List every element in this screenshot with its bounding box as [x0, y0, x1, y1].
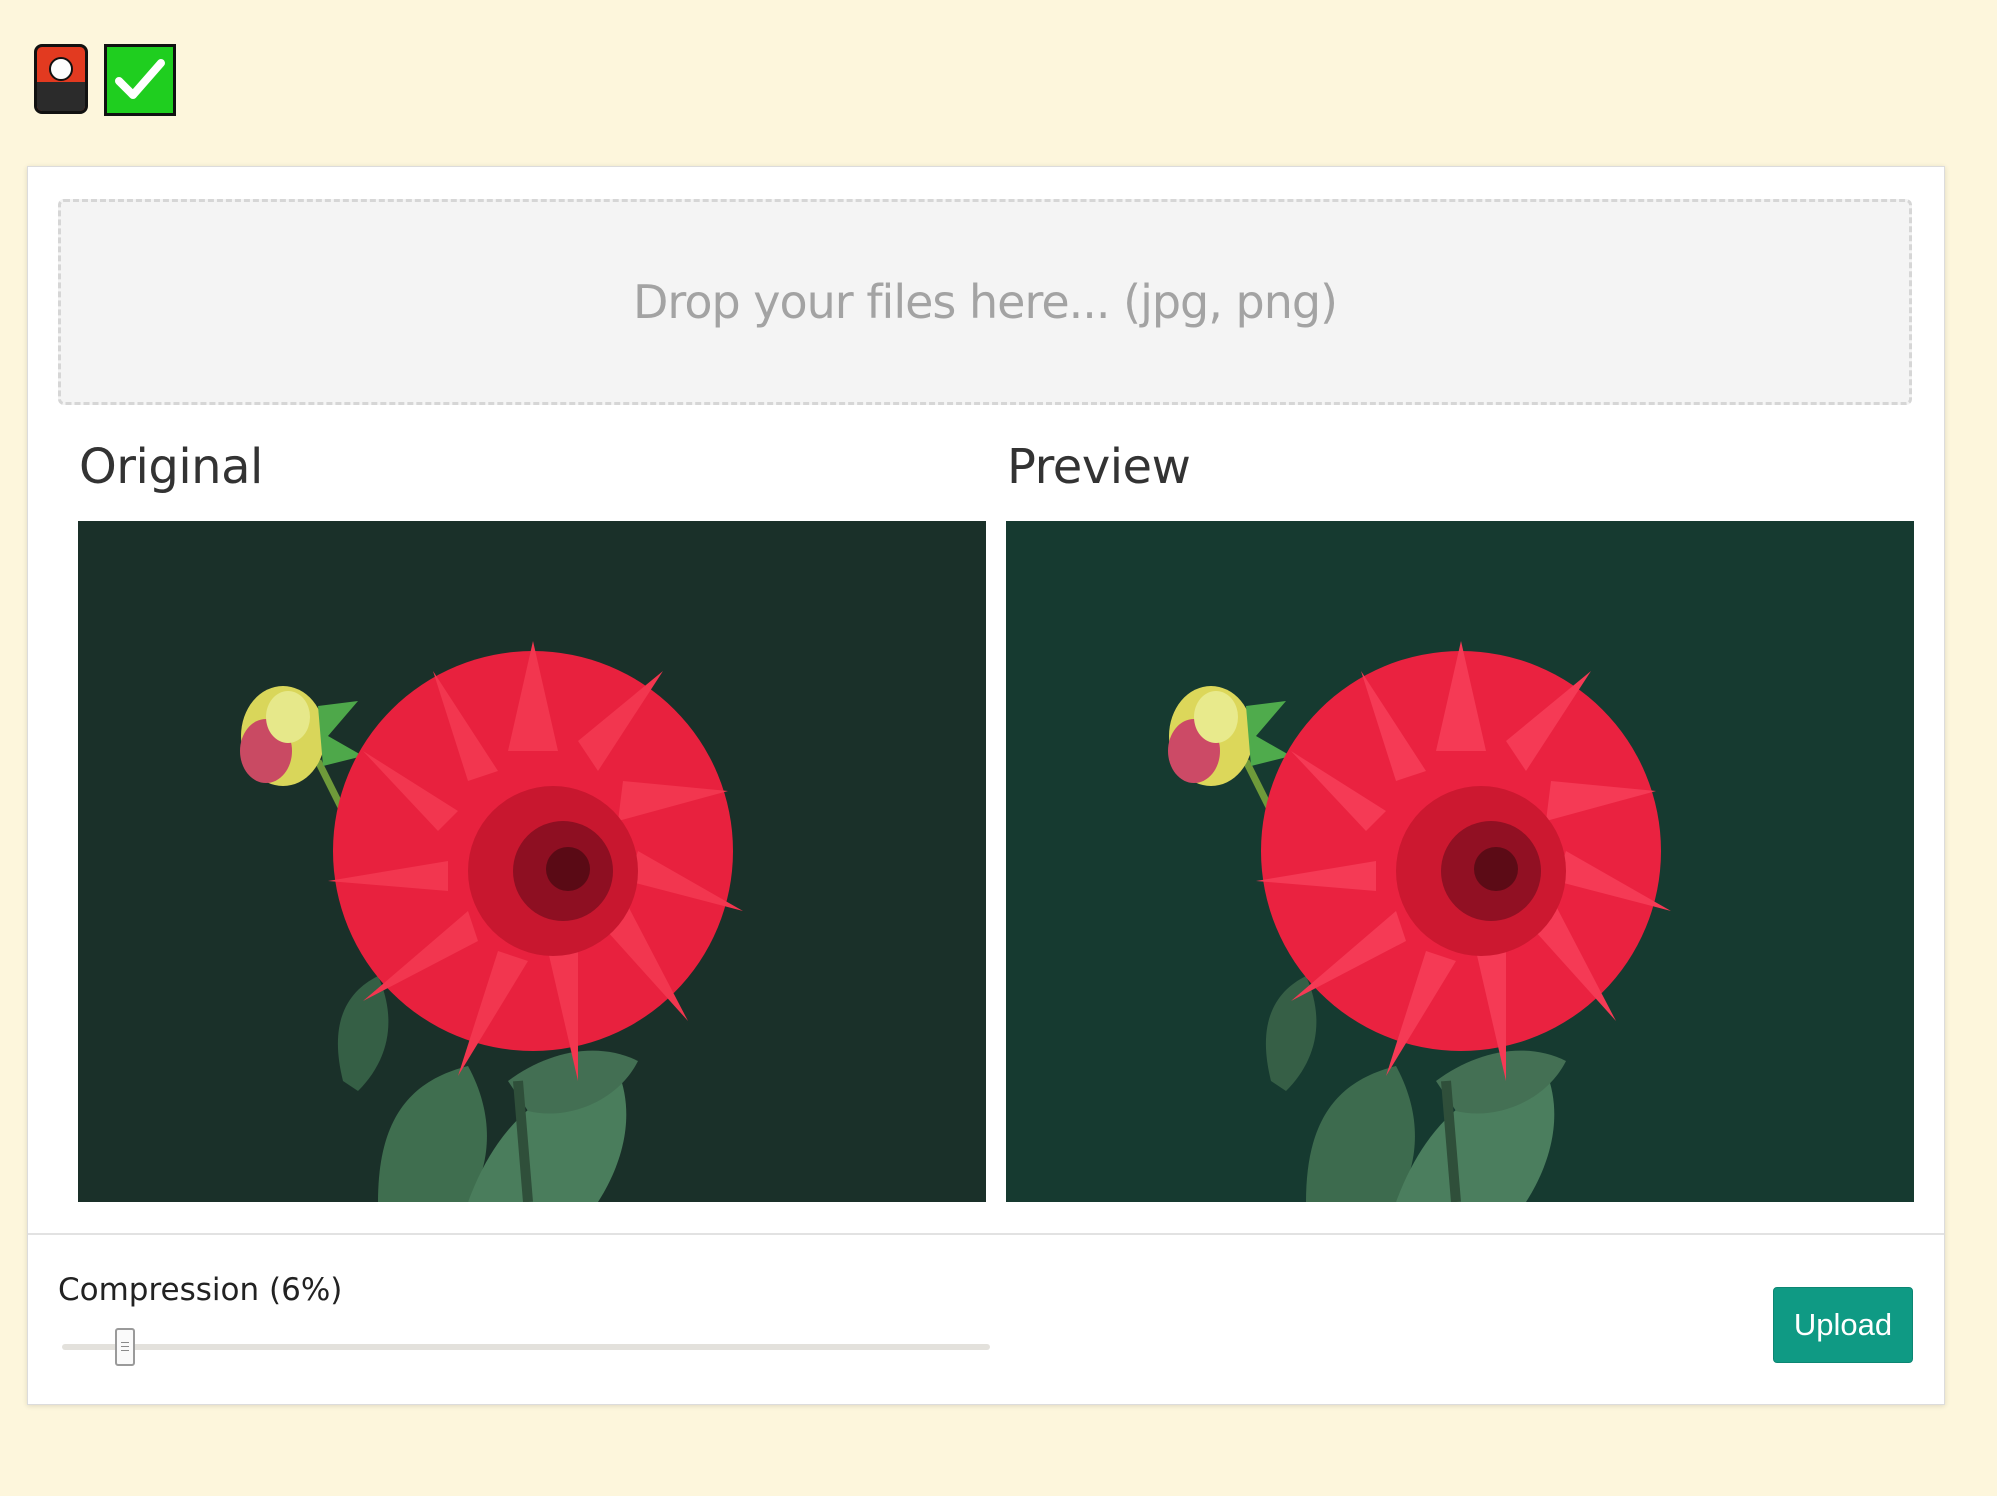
- compression-slider-thumb[interactable]: [115, 1328, 135, 1366]
- record-icon-dot: [49, 57, 73, 81]
- preview-flower-image: [1168, 641, 1671, 1202]
- record-icon[interactable]: [34, 44, 88, 114]
- upload-button[interactable]: Upload: [1773, 1287, 1913, 1363]
- original-title: Original: [79, 439, 263, 495]
- compression-slider-track[interactable]: [62, 1344, 990, 1350]
- file-dropzone[interactable]: Drop your files here... (jpg, png): [58, 199, 1912, 405]
- record-icon-base: [37, 81, 85, 111]
- original-image: [78, 521, 986, 1202]
- check-mark: [115, 59, 165, 99]
- preview-image: [1006, 521, 1914, 1202]
- preview-title: Preview: [1007, 439, 1191, 495]
- original-flower-image: [240, 641, 743, 1202]
- footer-divider: [28, 1233, 1944, 1235]
- compressor-card: Drop your files here... (jpg, png) Origi…: [27, 166, 1945, 1405]
- toolbar: [34, 44, 176, 116]
- dropzone-text: Drop your files here... (jpg, png): [633, 275, 1338, 329]
- check-icon[interactable]: [104, 44, 176, 116]
- compression-label: Compression (6%): [58, 1272, 343, 1308]
